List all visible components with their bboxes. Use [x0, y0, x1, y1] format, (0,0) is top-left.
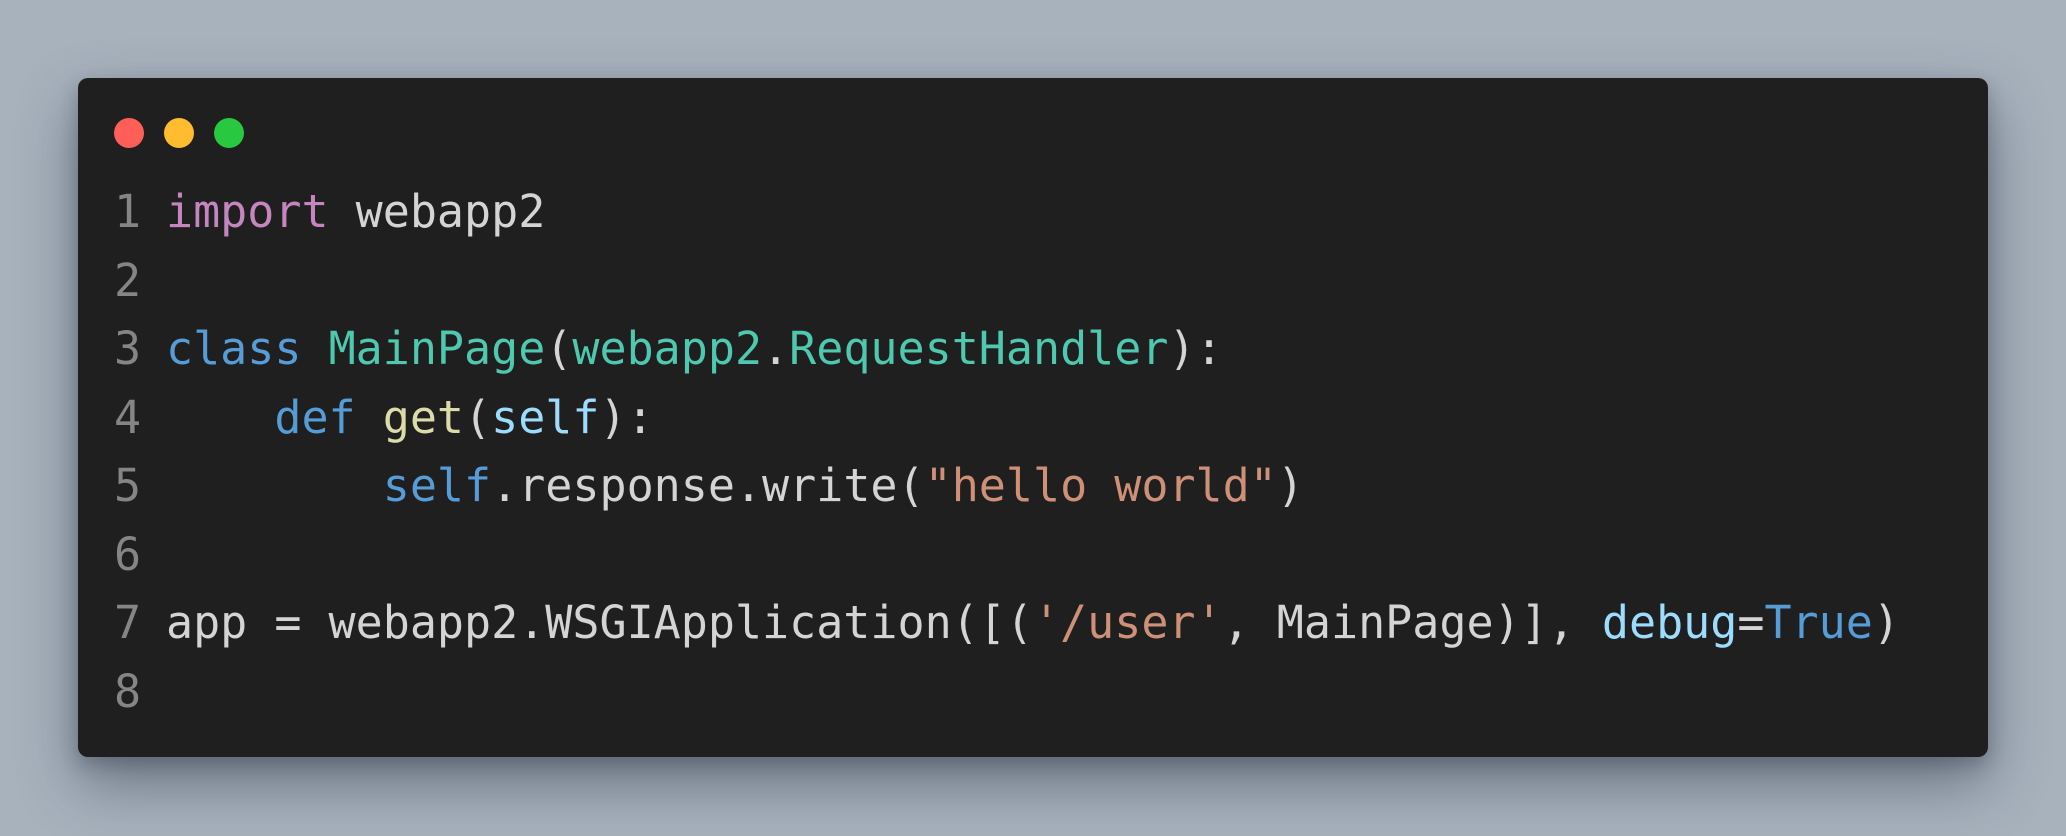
code-token: debug	[1601, 596, 1738, 649]
code-token: app = webapp2.WSGIApplication([(	[166, 596, 1033, 649]
code-token: True	[1764, 596, 1873, 649]
code-token: import	[166, 185, 329, 238]
code-text: import webapp2	[166, 178, 545, 246]
code-token: )	[1872, 596, 1900, 649]
maximize-dot-icon[interactable]	[214, 118, 244, 148]
line-number: 2	[114, 253, 142, 307]
code-token: (	[464, 390, 492, 444]
minimize-dot-icon[interactable]	[164, 118, 194, 148]
code-token: )	[1276, 459, 1304, 512]
code-token: ):	[599, 390, 654, 444]
code-token: (	[545, 322, 573, 375]
code-token: '/user'	[1032, 596, 1223, 649]
code-token: ):	[1168, 322, 1223, 375]
line-number: 6	[114, 527, 142, 581]
code-token: "hello world"	[924, 459, 1277, 512]
line-number: 8	[114, 664, 142, 718]
code-token: class	[166, 322, 302, 375]
code-text: self.response.write("hello world")	[166, 452, 1304, 520]
code-window: 1 import webapp2 2 3 class MainPage(webapp2.…	[78, 78, 1988, 757]
code-token: .response.write(	[491, 459, 925, 512]
code-token: self	[382, 459, 492, 512]
code-token: get	[382, 390, 465, 444]
line-number: 4	[114, 390, 142, 444]
code-token: MainPage	[328, 322, 546, 375]
code-token: .	[762, 322, 790, 375]
code-token: RequestHandler	[789, 322, 1169, 375]
code-token: self	[491, 390, 600, 444]
code-text: class MainPage(webapp2.RequestHandler):	[166, 315, 1223, 383]
code-token: =	[1737, 596, 1765, 649]
line-number: 1	[114, 185, 142, 238]
line-number: 7	[114, 596, 142, 649]
code-token: webapp2	[572, 322, 763, 375]
close-dot-icon[interactable]	[114, 118, 144, 148]
code-token: def	[274, 390, 356, 444]
line-number: 3	[114, 322, 142, 375]
code-token: webapp2	[328, 185, 546, 238]
code-token: , MainPage)],	[1222, 596, 1602, 649]
code-text: def get(self):	[166, 384, 654, 452]
code-text: app = webapp2.WSGIApplication([('/user',…	[166, 589, 1900, 657]
line-number: 5	[114, 459, 142, 512]
